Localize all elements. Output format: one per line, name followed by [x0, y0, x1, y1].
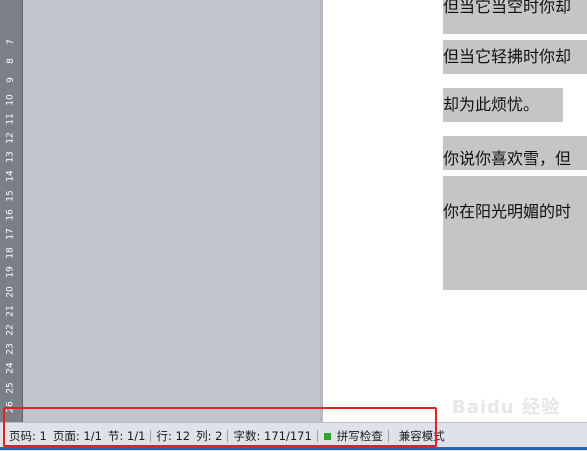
ruler-number: 15	[3, 190, 19, 202]
selection-highlight	[443, 256, 587, 290]
document-line[interactable]: 但当它轻拂时你却	[443, 40, 571, 74]
document-line[interactable]: 你说你喜欢雪，但	[443, 142, 571, 176]
vertical-ruler[interactable]: 7 8 9 10 11 12 13 14 15 16 17 18 19 20 21 22 23 24 25 26	[0, 0, 23, 422]
ruler-number-label: 19	[5, 266, 16, 279]
ruler-number: 13	[3, 151, 19, 163]
status-row: 页码: 1 页面: 1/1 节: 1/1 行: 12 列: 2 字数: 171/…	[6, 427, 448, 445]
ruler-number-label: 15	[5, 189, 16, 202]
ruler-number-label: 11	[5, 113, 16, 125]
baidu-watermark: Baidu 经验	[452, 397, 561, 418]
ruler-number-label: 21	[5, 305, 16, 317]
status-page-code[interactable]: 页码: 1	[6, 428, 50, 444]
ruler-number: 9	[3, 74, 19, 86]
ruler-number: 7	[3, 36, 19, 48]
status-divider	[387, 430, 389, 442]
ruler-number-label: 18	[5, 247, 16, 259]
ruler-number-label: 10	[5, 93, 16, 106]
ruler-number-label: 14	[5, 170, 16, 183]
ruler-number-label: 24	[5, 362, 16, 375]
ruler-number: 19	[3, 266, 19, 278]
spell-check-button[interactable]: 拼写检查	[334, 428, 386, 444]
ruler-number: 23	[3, 343, 19, 355]
ruler-number: 22	[3, 324, 19, 336]
ruler-number-label: 22	[5, 324, 16, 336]
ruler-number: 14	[3, 170, 19, 182]
document-text-area[interactable]: 但当它当空时你却 但当它轻拂时你却 却为此烦忧。 你说你喜欢雪，但 你在阳光明媚…	[443, 0, 587, 422]
ruler-number: 25	[3, 382, 19, 394]
ruler-number: 11	[3, 113, 19, 125]
ruler-number: 20	[3, 286, 19, 298]
ruler-number-label: 26	[5, 401, 16, 413]
spell-check-ok-icon	[323, 432, 331, 440]
status-divider	[150, 430, 152, 442]
document-line[interactable]: 却为此烦忧。	[443, 88, 539, 122]
workspace-background	[23, 0, 320, 422]
ruler-number: 21	[3, 305, 19, 317]
ruler-number: 8	[3, 55, 19, 67]
ruler-number: 12	[3, 132, 19, 144]
ruler-number-label: 23	[5, 343, 16, 355]
ruler-number-label: 17	[5, 228, 16, 240]
ruler-number: 17	[3, 228, 19, 240]
status-section[interactable]: 节: 1/1	[105, 428, 149, 444]
document-line[interactable]: 但当它当空时你却	[443, 0, 571, 24]
status-word-count[interactable]: 字数: 171/171	[230, 428, 314, 444]
ruler-number-label: 12	[5, 132, 16, 144]
ruler-number: 10	[3, 94, 19, 106]
status-divider	[316, 430, 318, 442]
status-pages[interactable]: 页面: 1/1	[50, 428, 105, 444]
ruler-number-label: 13	[5, 151, 16, 163]
ruler-number-label: 8	[5, 58, 16, 65]
ruler-number: 24	[3, 362, 19, 374]
status-column-number[interactable]: 列: 2	[193, 428, 225, 444]
compat-mode-indicator[interactable]: 兼容模式	[391, 428, 448, 444]
document-page-margin[interactable]	[323, 0, 443, 422]
ruler-number: 16	[3, 209, 19, 221]
ruler-number-label: 9	[5, 77, 16, 84]
status-divider	[227, 430, 229, 442]
ruler-number-label: 25	[5, 381, 16, 394]
ruler-number-label: 20	[5, 285, 16, 298]
document-line[interactable]: 你在阳光明媚的时	[443, 195, 571, 229]
ruler-number: 18	[3, 247, 19, 259]
ruler-number-label: 7	[5, 39, 16, 45]
status-row-number[interactable]: 行: 12	[153, 428, 193, 444]
ruler-number-label: 16	[5, 209, 16, 221]
ruler-number: 26	[3, 401, 19, 413]
